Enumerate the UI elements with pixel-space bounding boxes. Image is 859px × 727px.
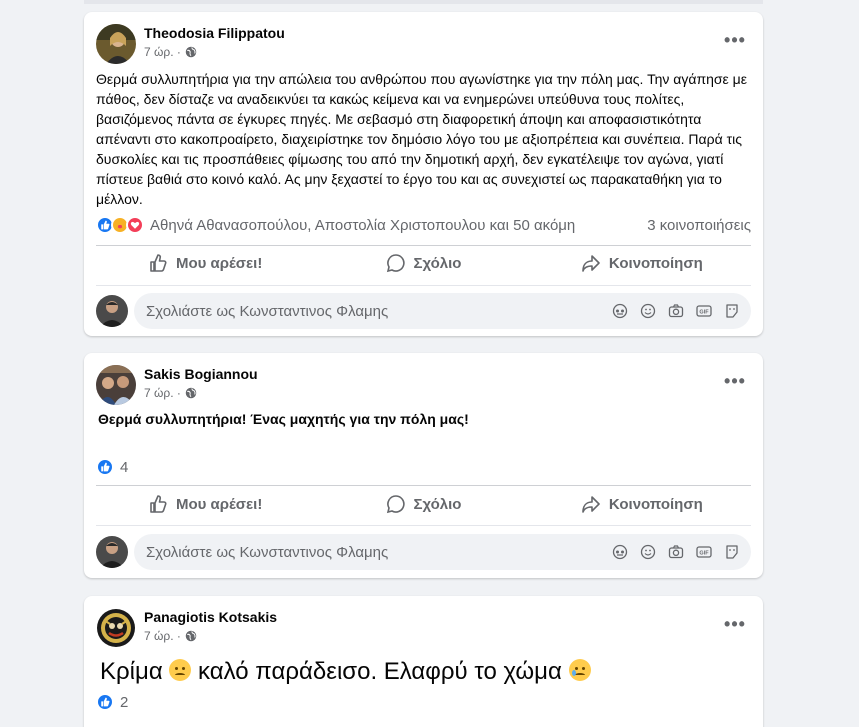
reactions-bar[interactable]: Αθηνά Αθανασοπούλου, Αποστολία Χριστοπου… [96,214,751,236]
divider [96,525,751,526]
like-button[interactable]: Μου αρέσει! [96,245,314,281]
post-header: Theodosia Filippatou 7 ώρ. · ••• [84,12,763,68]
author-name[interactable]: Theodosia Filippatou [144,25,285,41]
svg-text:GIF: GIF [699,310,709,316]
reactors-text[interactable]: Αθηνά Αθανασοπούλου, Αποστολία Χριστοπου… [150,217,575,234]
comment-label: Σχόλιο [413,254,462,272]
share-icon [582,255,600,272]
comment-icon [386,495,405,514]
comment-composer: Σχολιάστε ως Κωνσταντινος Φλαμης GIF [96,534,751,570]
comment-input[interactable]: Σχολιάστε ως Κωνσταντινος Φλαμης GIF [134,534,751,570]
share-label: Κοινοποίηση [608,495,703,513]
comment-label: Σχόλιο [413,495,462,513]
share-button[interactable]: Κοινοποίηση [533,245,751,281]
reaction-icons [96,693,114,711]
reactions-bar[interactable]: 2 [96,691,751,713]
post-time[interactable]: 7 ώρ. · [144,629,181,643]
camera-icon[interactable] [665,300,687,322]
action-bar: Μου αρέσει! Σχόλιο Κοινοποίηση [96,245,751,281]
reaction-icons [96,458,114,476]
post-time[interactable]: 7 ώρ. · [144,386,181,400]
globe-icon [185,630,197,642]
avatar-sticker-icon[interactable] [609,541,631,563]
disappointed-emoji-icon [169,659,192,681]
divider [96,285,751,286]
camera-icon[interactable] [665,541,687,563]
post-text-part2: καλό παράδεισο. Ελαφρύ το χώμα [198,658,562,685]
more-options-icon[interactable]: ••• [723,28,747,52]
author-name[interactable]: Panagiotis Kotsakis [144,609,277,625]
globe-icon [185,46,197,58]
post-time[interactable]: 7 ώρ. · [144,45,181,59]
post-text-part1: Κρίμα [100,658,163,685]
like-button[interactable]: Μου αρέσει! [96,486,314,522]
post-card: Theodosia Filippatou 7 ώρ. · ••• Θερμά σ… [84,12,763,336]
post-header: Sakis Bogiannou 7 ώρ. · ••• [84,353,763,409]
sticker-icon[interactable] [721,541,743,563]
comment-button[interactable]: Σχόλιο [314,486,532,522]
previous-card-edge [84,0,763,4]
comment-placeholder: Σχολιάστε ως Κωνσταντινος Φλαμης [146,543,389,561]
comment-composer: Σχολιάστε ως Κωνσταντινος Φλαμης GIF [96,293,751,329]
avatar[interactable] [96,24,136,64]
post-card: Sakis Bogiannou 7 ώρ. · ••• Θερμά συλλυπ… [84,353,763,578]
comment-tools: GIF [609,541,743,563]
emoji-icon[interactable] [637,541,659,563]
more-options-icon[interactable]: ••• [723,369,747,393]
comment-button[interactable]: Σχόλιο [314,245,532,281]
like-icon [150,254,167,272]
reactions-bar[interactable]: 4 [96,456,751,478]
more-options-icon[interactable]: ••• [723,612,747,636]
emoji-icon[interactable] [637,300,659,322]
crying-emoji-icon [568,659,591,681]
post-text: Θερμά συλλυπητήρια για την απώλεια του α… [96,71,747,207]
comment-tools: GIF [609,300,743,322]
comment-placeholder: Σχολιάστε ως Κωνσταντινος Φλαμης [146,302,389,320]
gif-icon[interactable]: GIF [693,300,715,322]
post-text: Κρίμα καλό παράδεισο. Ελαφρύ το χώμα [84,656,763,688]
globe-icon [185,387,197,399]
author-name[interactable]: Sakis Bogiannou [144,366,258,382]
like-reaction-icon [96,693,114,711]
share-button[interactable]: Κοινοποίηση [533,486,751,522]
post-meta: 7 ώρ. · [144,386,197,400]
shares-count[interactable]: 3 κοινοποιήσεις [647,217,751,234]
like-icon [150,495,167,513]
reactions-count[interactable]: 4 [120,459,128,476]
reaction-icons [96,216,144,234]
comment-input[interactable]: Σχολιάστε ως Κωνσταντινος Φλαμης GIF [134,293,751,329]
avatar[interactable] [96,608,136,648]
share-label: Κοινοποίηση [608,254,703,272]
post-meta: 7 ώρ. · [144,45,197,59]
gif-icon[interactable]: GIF [693,541,715,563]
avatar[interactable] [96,365,136,405]
post-text: Θερμά συλλυπητήρια! Ένας μαχητής για την… [98,411,469,427]
reactions-count[interactable]: 2 [120,694,128,711]
svg-text:GIF: GIF [699,551,709,557]
comment-icon [386,254,405,273]
post-meta: 7 ώρ. · [144,629,197,643]
post-header: Panagiotis Kotsakis 7 ώρ. · ••• [84,596,763,652]
share-icon [582,496,600,513]
current-user-avatar[interactable] [96,536,128,568]
like-label: Μου αρέσει! [175,495,263,513]
love-reaction-icon [126,216,144,234]
sticker-icon[interactable] [721,300,743,322]
avatar-sticker-icon[interactable] [609,300,631,322]
like-label: Μου αρέσει! [175,254,263,272]
like-reaction-icon [96,458,114,476]
post-card: Panagiotis Kotsakis 7 ώρ. · ••• Κρίμα κα… [84,596,763,727]
current-user-avatar[interactable] [96,295,128,327]
action-bar: Μου αρέσει! Σχόλιο Κοινοποίηση [96,486,751,522]
